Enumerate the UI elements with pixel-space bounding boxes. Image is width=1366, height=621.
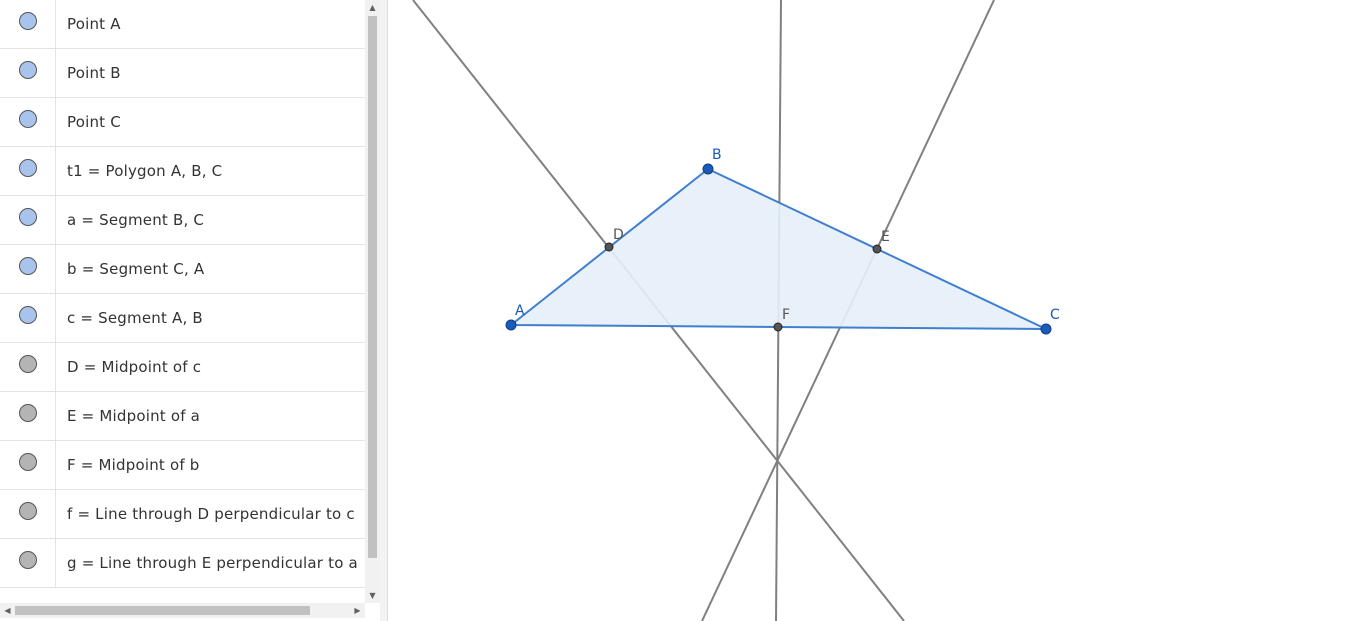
scroll-up-arrow-icon[interactable]: ▲ (365, 0, 380, 15)
point-d[interactable] (604, 242, 614, 252)
graphics-view[interactable]: A B C D E F (388, 0, 1366, 621)
algebra-row[interactable]: Point B (0, 49, 365, 98)
scroll-down-arrow-icon[interactable]: ▼ (365, 588, 380, 603)
visibility-toggle-cell[interactable] (0, 539, 56, 587)
point-d-label: D (613, 227, 624, 243)
horizontal-scroll-thumb[interactable] (15, 606, 310, 615)
algebra-row-label: t1 = Polygon A, B, C (67, 162, 223, 180)
visibility-toggle-cell[interactable] (0, 490, 56, 538)
visible-marble-icon[interactable] (18, 159, 37, 177)
vertical-scrollbar[interactable]: ▲ ▼ (365, 0, 380, 603)
horizontal-scrollbar[interactable]: ◀ ▶ (0, 603, 365, 618)
point-b[interactable] (702, 163, 714, 175)
algebra-view: Point A Point B Point C t1 = Polygon A, B, … (0, 0, 380, 621)
algebra-row[interactable]: f = Line through D perpendicular to c (0, 490, 365, 539)
visibility-toggle-cell[interactable] (0, 245, 56, 293)
visibility-toggle-cell[interactable] (0, 147, 56, 195)
algebra-row[interactable]: Point A (0, 0, 365, 49)
algebra-row[interactable]: Point C (0, 98, 365, 147)
scroll-right-arrow-icon[interactable]: ▶ (350, 603, 365, 618)
algebra-row[interactable]: g = Line through E perpendicular to a (0, 539, 365, 588)
hidden-marble-icon[interactable] (18, 453, 37, 471)
algebra-row-label: F = Midpoint of b (67, 456, 200, 474)
algebra-row-label: b = Segment C, A (67, 260, 205, 278)
algebra-row[interactable]: F = Midpoint of b (0, 441, 365, 490)
algebra-row-label: c = Segment A, B (67, 309, 203, 327)
visible-marble-icon[interactable] (18, 208, 37, 226)
point-a-label: A (515, 303, 525, 319)
algebra-row[interactable]: E = Midpoint of a (0, 392, 365, 441)
algebra-row-label: Point C (67, 113, 121, 131)
visible-marble-icon[interactable] (18, 110, 37, 128)
algebra-list: Point A Point B Point C t1 = Polygon A, B, … (0, 0, 365, 588)
algebra-row-label: Point A (67, 15, 121, 33)
visible-marble-icon[interactable] (18, 61, 37, 79)
hidden-marble-icon[interactable] (18, 551, 37, 569)
visibility-toggle-cell[interactable] (0, 441, 56, 489)
point-f[interactable] (773, 322, 783, 332)
visibility-toggle-cell[interactable] (0, 0, 56, 48)
algebra-row-label: Point B (67, 64, 121, 82)
hidden-marble-icon[interactable] (18, 404, 37, 422)
algebra-row-label: g = Line through E perpendicular to a (67, 554, 358, 572)
scroll-left-arrow-icon[interactable]: ◀ (0, 603, 15, 618)
visible-marble-icon[interactable] (18, 12, 37, 30)
hidden-marble-icon[interactable] (18, 355, 37, 373)
algebra-row[interactable]: t1 = Polygon A, B, C (0, 147, 365, 196)
visible-marble-icon[interactable] (18, 306, 37, 324)
visibility-toggle-cell[interactable] (0, 49, 56, 97)
algebra-row-label: D = Midpoint of c (67, 358, 202, 376)
algebra-row[interactable]: b = Segment C, A (0, 245, 365, 294)
graphics-canvas[interactable]: A B C D E F (388, 0, 1366, 621)
hidden-marble-icon[interactable] (18, 502, 37, 520)
point-a[interactable] (505, 319, 517, 331)
visibility-toggle-cell[interactable] (0, 392, 56, 440)
algebra-row-label: f = Line through D perpendicular to c (67, 505, 355, 523)
algebra-row-label: E = Midpoint of a (67, 407, 201, 425)
algebra-row[interactable]: D = Midpoint of c (0, 343, 365, 392)
point-e[interactable] (872, 244, 882, 254)
point-c[interactable] (1040, 323, 1052, 335)
visible-marble-icon[interactable] (18, 257, 37, 275)
algebra-row-label: a = Segment B, C (67, 211, 205, 229)
algebra-row[interactable]: a = Segment B, C (0, 196, 365, 245)
algebra-row[interactable]: c = Segment A, B (0, 294, 365, 343)
vertical-scroll-thumb[interactable] (368, 16, 377, 558)
point-e-label: E (881, 229, 890, 245)
visibility-toggle-cell[interactable] (0, 98, 56, 146)
visibility-toggle-cell[interactable] (0, 294, 56, 342)
point-f-label: F (782, 307, 790, 323)
view-splitter[interactable] (380, 0, 388, 621)
point-b-label: B (712, 147, 722, 163)
visibility-toggle-cell[interactable] (0, 196, 56, 244)
point-c-label: C (1050, 307, 1060, 323)
visibility-toggle-cell[interactable] (0, 343, 56, 391)
